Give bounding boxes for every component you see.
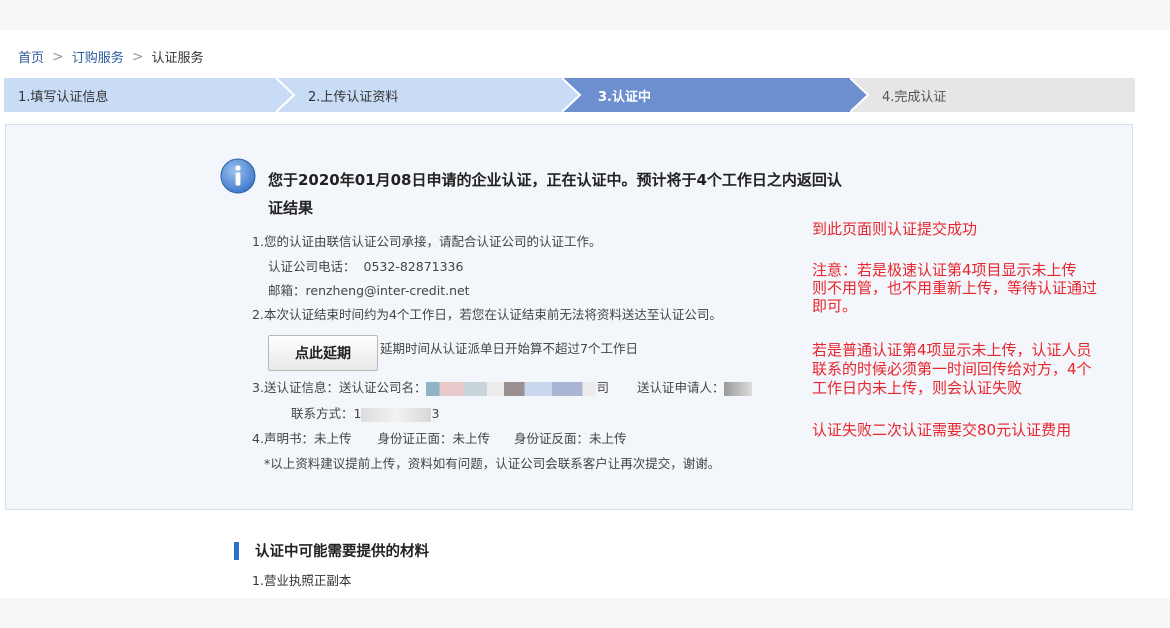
step-complete: 4.完成认证 xyxy=(850,78,1135,112)
annotation-line-8: 认证失败二次认证需要交80元认证费用 xyxy=(812,421,1072,439)
annotation-line-2: 注意：若是极速认证第4项目显示未上传 xyxy=(812,261,1077,279)
section-marker xyxy=(234,541,239,560)
annotation-line-6: 联系的时候必须第一时间回传给对方，4个 xyxy=(812,360,1092,378)
company-email: 邮箱：renzheng@inter-credit.net xyxy=(268,283,470,298)
materials-section-title: 认证中可能需要提供的材料 xyxy=(234,540,429,561)
headline-line-2: 证结果 xyxy=(268,199,314,217)
status-headline: 您于2020年01月08日申请的企业认证，正在认证中。预计将于4个工作日之内返回… xyxy=(268,166,888,222)
contact-info: 联系方式：1 3 xyxy=(291,406,440,422)
top-band xyxy=(0,0,1170,30)
footnote: *以上资料建议提前上传，资料如有问题，认证公司会联系客户让再次提交，谢谢。 xyxy=(264,456,721,471)
breadcrumb-home-link[interactable]: 首页 xyxy=(18,47,44,66)
step-label: 2.上传认证资料 xyxy=(308,89,399,105)
step-progress: 1.填写认证信息 2.上传认证资料 3.认证中 4.完成认证 xyxy=(4,78,1135,112)
step-fill-info: 1.填写认证信息 xyxy=(4,78,294,112)
extend-deadline-button[interactable]: 点此延期 xyxy=(268,335,378,371)
materials-item-1: 1.营业执照正副本 xyxy=(252,573,352,588)
redacted-company-name xyxy=(426,381,597,396)
status-item-4: 4.声明书：未上传 身份证正面：未上传 身份证反面：未上传 xyxy=(252,431,627,446)
annotation-line-4: 即可。 xyxy=(812,297,858,315)
step-label: 3.认证中 xyxy=(598,89,651,105)
chevron-right-icon: > xyxy=(52,48,64,65)
chevron-right-icon: > xyxy=(131,48,144,65)
status-item-1: 1.您的认证由联信认证公司承接，请配合认证公司的认证工作。 xyxy=(252,234,602,249)
company-phone: 认证公司电话： 0532-82871336 xyxy=(268,259,464,274)
breadcrumb: 首页 > 订购服务 > 认证服务 xyxy=(18,47,204,67)
annotation-line-7: 工作日内未上传，则会认证失败 xyxy=(812,379,1023,397)
step-label: 1.填写认证信息 xyxy=(18,89,109,105)
redacted-phone xyxy=(361,407,432,422)
annotation-line-5: 若是普通认证第4项显示未上传，认证人员 xyxy=(812,341,1092,359)
delay-note: 延期时间从认证派单日开始算不超过7个工作日 xyxy=(380,341,638,356)
step-label: 4.完成认证 xyxy=(882,89,947,105)
info-icon xyxy=(220,158,256,194)
breadcrumb-current: 认证服务 xyxy=(151,51,204,66)
headline-line-1: 您于2020年01月08日申请的企业认证，正在认证中。预计将于4个工作日之内返回… xyxy=(268,171,842,189)
annotation-line-3: 则不用管，也不用重新上传，等待认证通过 xyxy=(812,279,1098,297)
annotation-line-1: 到此页面则认证提交成功 xyxy=(812,220,978,238)
step-upload-docs: 2.上传认证资料 xyxy=(276,78,584,112)
redacted-applicant xyxy=(724,381,753,396)
status-item-3: 3.送认证信息：送认证公司名：司送认证申请人： xyxy=(252,377,753,396)
status-item-2: 2.本次认证结束时间约为4个工作日，若您在认证结束前无法将资料送达至认证公司。 xyxy=(252,307,722,322)
breadcrumb-order-link[interactable]: 订购服务 xyxy=(72,47,124,66)
step-verifying: 3.认证中 xyxy=(562,78,870,112)
bottom-band xyxy=(0,598,1170,628)
